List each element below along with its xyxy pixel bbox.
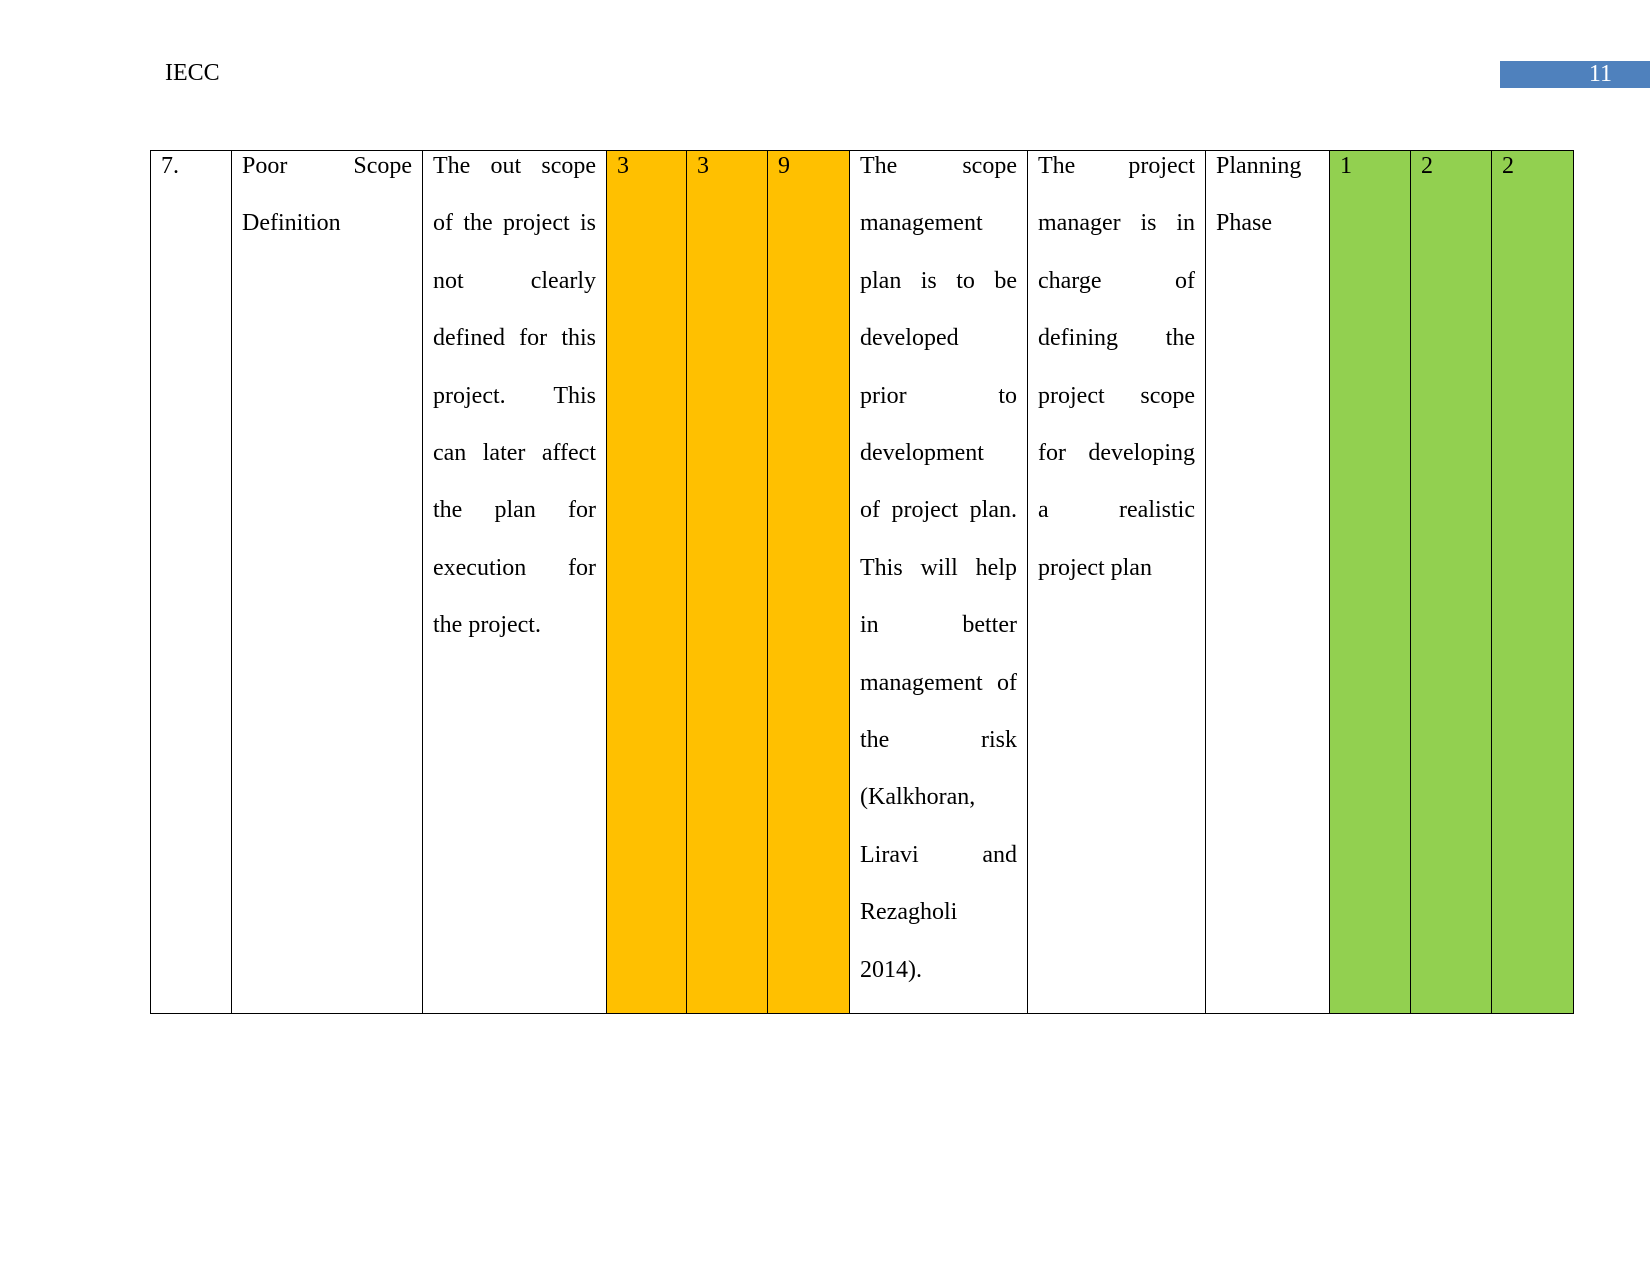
cell-likelihood: 3 xyxy=(606,150,687,1014)
text-line: prior to xyxy=(860,382,1017,409)
text-line: The scope xyxy=(860,153,1017,179)
text-line: the plan for xyxy=(433,497,596,524)
text-line: Liravi and xyxy=(860,841,1017,868)
cell-risk: Poor Scope Definition xyxy=(231,150,423,1014)
text-line: the project. xyxy=(433,612,541,639)
text-line: Phase xyxy=(1216,210,1272,237)
text-line: Rezagholi xyxy=(860,899,958,926)
cell-impact: 3 xyxy=(686,150,768,1014)
text-line: Planning xyxy=(1216,153,1302,179)
text-line: management of xyxy=(860,669,1017,696)
text-line: the risk xyxy=(860,727,1017,754)
text-line: in better xyxy=(860,612,1017,639)
text-line: of project plan. xyxy=(860,497,1017,524)
cell-score: 9 xyxy=(767,150,850,1014)
text-line: development xyxy=(860,440,984,467)
text-line: manager is in xyxy=(1038,210,1195,237)
text-line: of the project is xyxy=(433,210,596,237)
cell-description: The out scope of the project is not clearl… xyxy=(422,150,607,1014)
text-line: not clearly xyxy=(433,267,596,294)
text-line: Poor Scope xyxy=(242,153,412,179)
text-line: can later affect xyxy=(433,440,596,467)
text-line: developed xyxy=(860,325,959,352)
cell-residual-likelihood: 1 xyxy=(1329,150,1411,1014)
cell-owner: The project manager is in charge of definin… xyxy=(1027,150,1206,1014)
text-line: defining the xyxy=(1038,325,1195,352)
page-number: 11 xyxy=(1500,61,1650,88)
text-line: charge of xyxy=(1038,267,1195,294)
cell-residual-score: 2 xyxy=(1491,150,1574,1014)
text-line: execution for xyxy=(433,554,596,581)
risk-table: 7. Poor Scope Definition The out scope of … xyxy=(150,150,1574,1014)
text-line: a realistic xyxy=(1038,497,1195,524)
text-line: (Kalkhoran, xyxy=(860,784,976,811)
text-line: for developing xyxy=(1038,440,1195,467)
text-line: This will help xyxy=(860,554,1017,581)
cell-phase: Planning Phase xyxy=(1205,150,1330,1014)
text-line: The project xyxy=(1038,153,1195,179)
cell-mitigation: The scope management plan is to be develope… xyxy=(849,150,1028,1014)
text-line: project scope xyxy=(1038,382,1195,409)
text-line: Definition xyxy=(242,210,341,237)
table-row: 7. Poor Scope Definition The out scope of … xyxy=(150,150,1574,1014)
header-title: IECC xyxy=(165,60,220,86)
cell-residual-impact: 2 xyxy=(1410,150,1492,1014)
text-line: project. This xyxy=(433,382,596,409)
text-line: The out scope xyxy=(433,153,596,179)
text-line: plan is to be xyxy=(860,267,1017,294)
text-line: 2014). xyxy=(860,956,922,983)
cell-number: 7. xyxy=(150,150,232,1014)
text-line: project plan xyxy=(1038,554,1152,581)
text-line: defined for this xyxy=(433,325,596,352)
text-line: management xyxy=(860,210,983,237)
